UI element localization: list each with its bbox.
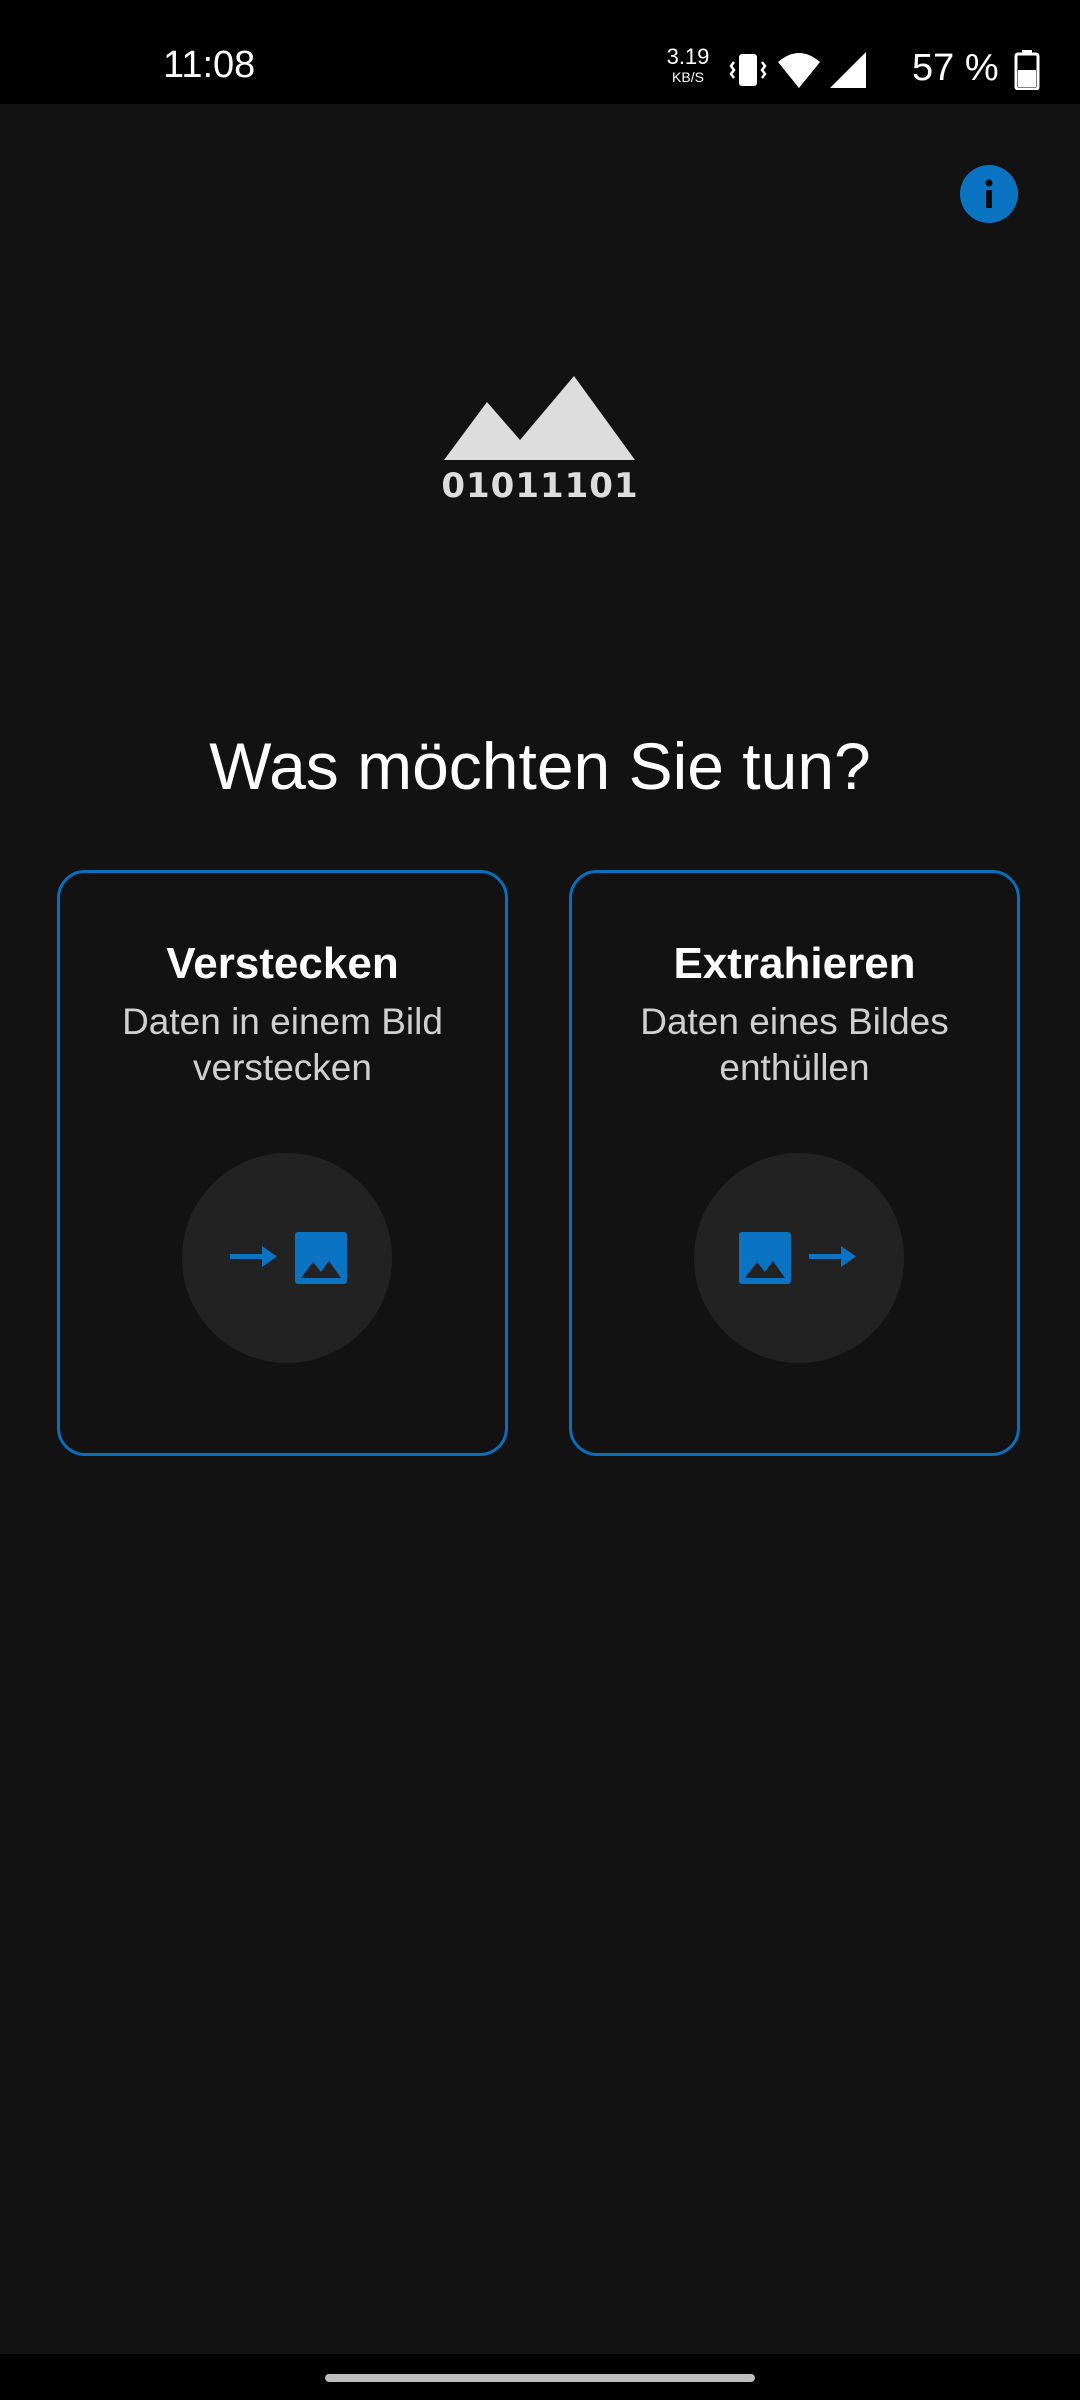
page-heading: Was möchten Sie tun?	[209, 729, 871, 803]
image-arrow-out-icon	[739, 1232, 856, 1284]
arrow-into-image-icon	[230, 1232, 347, 1284]
extract-card-description: Daten eines Bildes enthüllen	[640, 1001, 949, 1088]
battery-percentage: 57 %	[912, 47, 999, 89]
extract-card-icon-circle	[694, 1153, 904, 1363]
hide-card-icon-circle	[182, 1153, 392, 1363]
mountain-logo-icon	[444, 376, 635, 460]
battery-icon	[1014, 50, 1040, 90]
network-speed-value: 3.19	[666, 44, 710, 69]
home-gesture-handle[interactable]	[325, 2374, 755, 2382]
app-logo: 01011101	[438, 376, 642, 516]
network-speed: 3.19 KB/S	[660, 44, 716, 85]
extract-card-title: Extrahieren	[673, 939, 916, 988]
navigation-bar	[0, 2354, 1080, 2400]
info-button[interactable]	[960, 165, 1018, 223]
extract-card[interactable]: Extrahieren Daten eines Bildes enthüllen	[569, 870, 1020, 1456]
hide-card-title: Verstecken	[166, 939, 399, 988]
wifi-icon	[778, 53, 820, 88]
hide-card-description: Daten in einem Bild verstecken	[122, 1001, 443, 1088]
status-icons: 3.19 KB/S 57 %	[660, 0, 1080, 104]
cell-signal-icon	[830, 52, 866, 88]
hide-card[interactable]: Verstecken Daten in einem Bild verstecke…	[57, 870, 508, 1456]
status-time: 11:08	[163, 44, 256, 86]
network-speed-unit: KB/S	[672, 69, 704, 85]
info-icon	[985, 179, 993, 208]
status-bar: 11:08 3.19 KB/S 57 %	[0, 0, 1080, 104]
vibrate-icon	[729, 54, 767, 86]
logo-binary-text: 01011101	[441, 466, 639, 506]
